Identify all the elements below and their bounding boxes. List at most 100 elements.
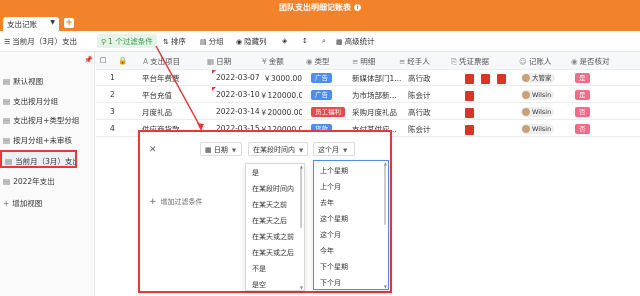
cell-checked[interactable]: 否	[575, 124, 590, 134]
header-recorder[interactable]: ☺ 记账人	[519, 56, 551, 67]
cell-item[interactable]: 平台年费费	[142, 73, 206, 84]
cell-handler[interactable]: 陈会计	[408, 90, 431, 101]
header-amount[interactable]: ¥ 金额	[262, 56, 284, 67]
header-handler[interactable]: ≡ 经手人	[399, 56, 430, 67]
cell-recorder[interactable]: Wilsin	[521, 124, 555, 134]
cell-detail[interactable]: 采购月度礼品	[352, 107, 402, 118]
cell-checked[interactable]: 是	[575, 73, 590, 83]
cell-handler[interactable]: 高行政	[408, 107, 431, 118]
header-type[interactable]: ◉ 类型	[306, 56, 330, 67]
cell-handler[interactable]: 高行政	[408, 73, 431, 84]
value-option[interactable]: 今年	[320, 246, 334, 256]
pdf-icon[interactable]	[465, 74, 474, 84]
pdf-icon[interactable]	[465, 91, 474, 101]
pdf-icon[interactable]	[465, 108, 474, 118]
add-filter-button[interactable]: + 增加过滤条件	[149, 197, 203, 207]
row-number: 4	[110, 124, 115, 133]
scroll-up-icon[interactable]: ▲	[384, 161, 387, 166]
value-option[interactable]: 上个星期	[320, 166, 348, 176]
scrollbar[interactable]	[300, 168, 302, 228]
cell-recorder[interactable]: 大管家	[521, 73, 555, 83]
value-option[interactable]: 这个星期	[320, 214, 348, 224]
filter-field-select[interactable]: ▦ 日期 ▼	[200, 142, 242, 156]
search-button[interactable]: ⌕	[322, 36, 328, 46]
sidebar-item-month-unreviewed[interactable]: ▤ 按月分组+未审核	[0, 131, 95, 149]
sidebar-item-current-month[interactable]: ▤ 当前月（3月）支出	[0, 150, 77, 168]
table-row[interactable]: 3 月度礼品 2022-03-14 ￥20000.00 员工福利 采购月度礼品 …	[96, 104, 640, 120]
operator-option[interactable]: 在某天之前	[252, 200, 287, 210]
value-option[interactable]: 这个月	[320, 230, 341, 240]
scroll-down-icon[interactable]: ▼	[384, 284, 387, 289]
cell-checked[interactable]: 否	[575, 107, 590, 117]
close-icon[interactable]: ✕	[149, 145, 157, 155]
filter-value-select[interactable]: 这个月 ▼	[313, 142, 355, 156]
advanced-stats-button[interactable]: ▦ 高级统计	[336, 36, 375, 47]
cell-amount[interactable]: ￥120000.00	[260, 90, 302, 101]
chevron-down-icon[interactable]: ▼	[50, 19, 55, 26]
cell-amount[interactable]: ￥3000.00	[260, 73, 302, 84]
row-height-button[interactable]: ↕	[302, 36, 310, 45]
cell-receipts[interactable]	[465, 90, 481, 102]
cell-date[interactable]: 2022-03-14	[216, 107, 260, 116]
table-row[interactable]: 1 平台年费费 2022-03-07 ￥3000.00 广告 新媒体部门1...…	[96, 70, 640, 86]
operator-option[interactable]: 在某天或之前	[252, 232, 294, 242]
pdf-icon[interactable]	[481, 74, 490, 84]
hide-columns-button[interactable]: ◉ 隐藏列	[236, 36, 267, 47]
cell-receipts[interactable]	[465, 107, 481, 119]
cell-receipts[interactable]	[465, 124, 481, 136]
cell-type[interactable]: 广告	[311, 73, 332, 83]
cell-handler[interactable]: 陈会计	[408, 124, 431, 135]
header-detail[interactable]: ≡ 明细	[352, 56, 375, 67]
current-view-button[interactable]: ☰ 当前月（3月）支出	[4, 36, 77, 47]
operator-option[interactable]: 在某天之后	[252, 216, 287, 226]
cell-recorder[interactable]: Wilsin	[521, 90, 555, 100]
header-date[interactable]: ▦ 日期	[207, 56, 231, 67]
cell-detail[interactable]: 新媒体部门1...	[352, 73, 402, 84]
sidebar-item-month-group[interactable]: ▤ 支出按月分组	[0, 92, 95, 110]
cell-detail[interactable]: 为市场部新...	[352, 90, 402, 101]
cell-type[interactable]: 员工福利	[311, 107, 345, 117]
text-field-icon: ≡	[352, 57, 359, 66]
pdf-icon[interactable]	[497, 74, 506, 84]
cell-checked[interactable]: 是	[575, 90, 590, 100]
operator-option[interactable]: 在某段时间内	[252, 184, 294, 194]
sort-button[interactable]: ⇅ 排序	[163, 36, 186, 47]
scroll-up-icon[interactable]: ▲	[300, 164, 303, 169]
table-row[interactable]: 2 平台充值 2022-03-10 ￥120000.00 广告 为市场部新...…	[96, 87, 640, 103]
cell-receipts[interactable]	[465, 73, 513, 85]
filter-button[interactable]: ⚲ 1 个过滤条件	[97, 34, 157, 48]
pdf-icon[interactable]	[465, 125, 474, 135]
value-option[interactable]: 下个星期	[320, 262, 348, 272]
operator-option[interactable]: 是	[252, 168, 259, 178]
value-option[interactable]: 上个月	[320, 182, 341, 192]
cell-recorder[interactable]: Wilsin	[521, 107, 555, 117]
header-checked[interactable]: ◉ 是否核对	[571, 56, 610, 67]
info-icon[interactable]: i	[354, 4, 361, 11]
cell-date[interactable]: 2022-03-10	[216, 90, 260, 99]
cell-amount[interactable]: ￥20000.00	[260, 107, 302, 118]
sidebar-item-2022[interactable]: ▤ 2022年支出	[0, 172, 95, 190]
scrollbar[interactable]	[384, 165, 386, 225]
select-all-checkbox[interactable]: ☐	[100, 56, 107, 65]
add-tab-button[interactable]: +	[64, 18, 74, 28]
cell-item[interactable]: 月度礼品	[142, 107, 206, 118]
cell-type[interactable]: 广告	[311, 90, 332, 100]
sidebar-item-default-view[interactable]: ▤ 默认视图	[0, 72, 95, 90]
cell-date[interactable]: 2022-03-07	[216, 73, 260, 82]
operator-option[interactable]: 在某天或之后	[252, 248, 294, 258]
operator-option[interactable]: 是空	[252, 280, 266, 290]
operator-option[interactable]: 不是	[252, 264, 266, 274]
tab-expense-ledger[interactable]: 支出记账 ▼	[3, 17, 59, 31]
value-option[interactable]: 下个月	[320, 278, 341, 288]
scroll-down-icon[interactable]: ▼	[300, 285, 303, 290]
header-receipts[interactable]: ⎘ 凭证票据	[451, 56, 489, 67]
cell-item[interactable]: 平台充值	[142, 90, 206, 101]
group-button[interactable]: ▤ 分组	[200, 36, 224, 47]
value-option[interactable]: 去年	[320, 198, 334, 208]
sidebar-item-month-type-group[interactable]: ▤ 支出按月+类型分组	[0, 111, 95, 129]
pin-icon[interactable]: 📌	[84, 56, 93, 64]
header-item[interactable]: A 支出项目	[143, 56, 180, 67]
filter-operator-select[interactable]: 在某段时间内 ▼	[248, 142, 308, 156]
fill-color-button[interactable]: ◈	[282, 36, 289, 45]
sidebar-add-view[interactable]: + 增加视图	[0, 194, 95, 212]
